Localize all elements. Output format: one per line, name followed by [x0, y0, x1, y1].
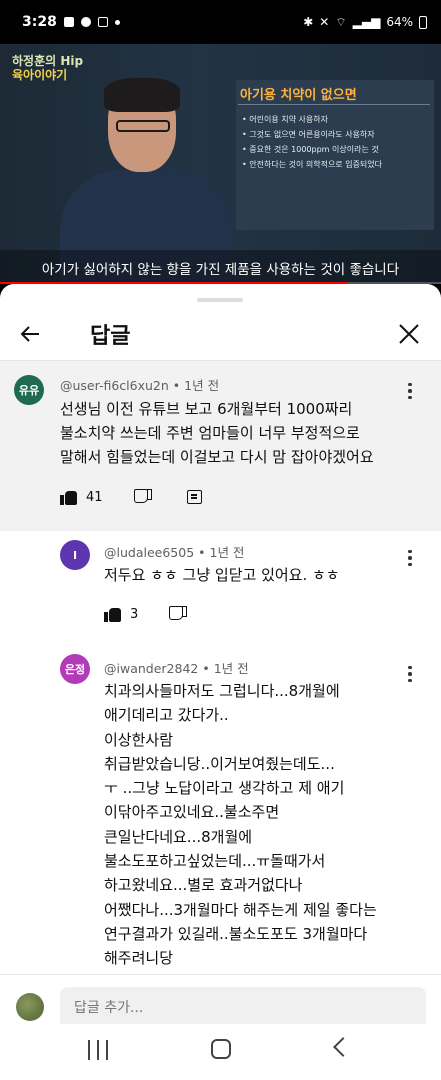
slide-bullet: • 안전하다는 것이 의학적으로 입증되었다 — [242, 160, 383, 169]
comment-line: 치과의사들마저도 그럽니다...8개월에 — [104, 682, 340, 700]
replies-sheet: 답글 유유 @user-fi6cl6xu2n • 1년 전 선생님 이전 유튜브… — [0, 284, 441, 1080]
recent-apps-icon[interactable] — [88, 1040, 108, 1060]
avatar[interactable]: 은정 — [60, 654, 90, 684]
signal-icon: ▂▄▆ — [352, 15, 381, 29]
bluetooth-icon: ✱ — [303, 15, 314, 29]
mute-icon: ✕ — [319, 15, 330, 29]
slide-bullet: • 어린이용 치약 사용하자 — [242, 115, 328, 124]
reply-comment: 은정 @iwander2842 • 1년 전 치과의사들마저도 그럽니다...8… — [0, 284, 441, 974]
comment-author[interactable]: @iwander2842 — [104, 661, 198, 676]
comment-line: 이닦아주고있네요..불소주면 — [104, 803, 280, 822]
presenter-glasses — [116, 120, 170, 132]
channel-logo-line2: 육아이야기 — [12, 68, 68, 82]
video-player[interactable]: 하정훈의 Hip 육아이야기 아기용 치약이 없으면 • 어린이용 치약 사용하… — [0, 44, 441, 284]
comment-line: 하고왔네요...별로 효과거없다나 — [104, 876, 303, 895]
comment-line: 이상한사람 — [104, 730, 174, 749]
slide-bullet: • 중요한 것은 1000ppm 이상이라는 것 — [242, 145, 379, 154]
slide-bullet: • 그것도 없으면 어른용이라도 사용하자 — [242, 130, 375, 139]
instagram-icon — [97, 17, 108, 27]
notification-icon — [63, 17, 74, 27]
comment-time: 1년 전 — [213, 661, 249, 676]
battery-text: 64% — [386, 15, 413, 29]
more-options-button[interactable] — [400, 662, 420, 686]
home-icon[interactable] — [211, 1039, 231, 1059]
comment-line: 연구결과가 있길래..불소도포도 3개월마다 — [104, 924, 368, 943]
comment-meta: @iwander2842 • 1년 전 — [104, 658, 249, 677]
comment-line: 어쨌다나...3개월마다 해주는게 제일 좋다는 — [104, 900, 377, 919]
video-subtitle: 아기가 싫어하지 않는 향을 가진 제품을 사용하는 것이 좋습니다 — [41, 262, 400, 278]
comment-line: 불소도포하고싶었는데...ㅠ돌때가서 — [104, 852, 326, 871]
presenter-hair — [104, 78, 180, 112]
status-bar: 3:28 ✱ ✕ ⌔ ▂▄▆ 64% — [0, 0, 441, 44]
comment-line: 큰일난다네요...8개월에 — [104, 827, 253, 846]
battery-icon — [419, 15, 427, 29]
wifi-icon: ⌔ — [335, 14, 347, 29]
reply-input[interactable] — [60, 987, 426, 1029]
slide-divider — [238, 104, 430, 105]
system-nav-bar — [0, 1024, 441, 1080]
comment-line: 애기데리고 갔다가.. — [104, 706, 229, 725]
comment-line: 해주려니당 — [104, 949, 174, 968]
user-avatar — [16, 993, 44, 1021]
status-time: 3:28 — [22, 14, 57, 30]
comment-text: 치과의사들마저도 그럽니다...8개월에 애기데리고 갔다가.. 이상한사람 취… — [104, 679, 377, 971]
comment-line: ㅜ ..그냥 노답이라고 생각하고 제 애기 — [104, 779, 345, 798]
meta-separator: • — [202, 661, 214, 676]
comment-line: 취급받았습니당..이거보여줬는데도... — [104, 754, 335, 773]
app-icon — [80, 17, 91, 27]
slide-bullets: • 어린이용 치약 사용하자 • 그것도 없으면 어른용이라도 사용하자 • 중… — [242, 112, 382, 172]
slide-title: 아기용 치약이 없으면 — [240, 88, 357, 103]
more-notifications-icon — [114, 19, 120, 25]
back-icon[interactable] — [333, 1037, 353, 1057]
